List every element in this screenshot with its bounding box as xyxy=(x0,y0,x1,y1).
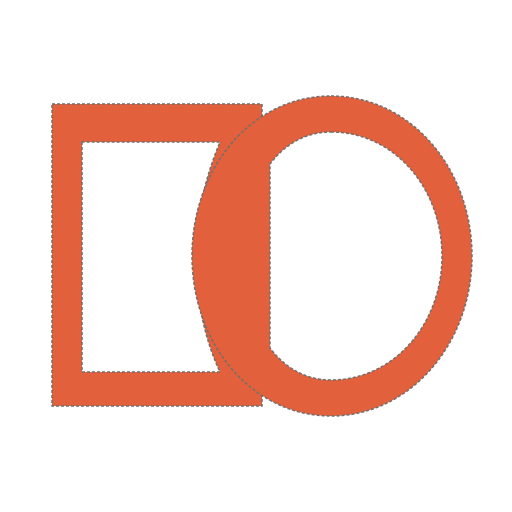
logo-graphic xyxy=(51,95,473,417)
icon-canvas xyxy=(0,0,512,512)
ellipse-ring-shape xyxy=(191,95,473,417)
